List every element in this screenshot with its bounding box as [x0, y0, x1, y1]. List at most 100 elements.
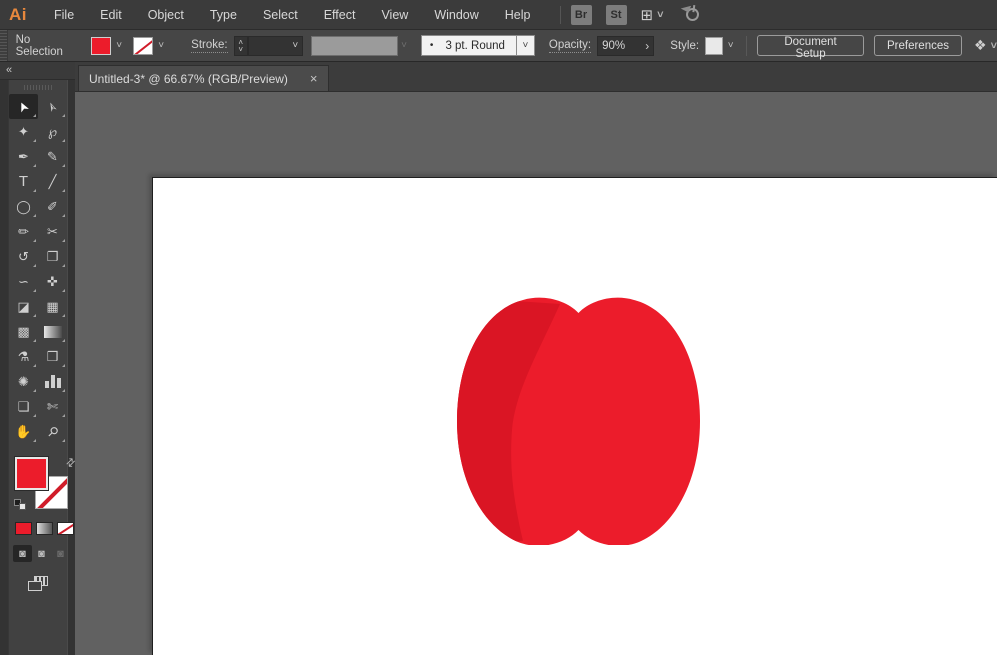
main-area: « ➤ ➣ ✦ ℘ ✒ ✎ T ╱ ◯ ✐ ✏ ✂ ↺ ❐ ∽ ✜ ◪ ▦ ▩ …: [0, 62, 997, 655]
direct-selection-tool[interactable]: ➣: [38, 94, 67, 119]
stroke-chevron-icon[interactable]: ˅: [153, 37, 169, 55]
fill-chevron-icon[interactable]: ˅: [111, 37, 127, 55]
zoom-icon: ⚲: [44, 422, 62, 440]
fill-color-control[interactable]: ˅: [91, 36, 127, 55]
column-graph-tool[interactable]: [38, 369, 67, 394]
hand-tool[interactable]: ✋: [9, 419, 38, 444]
pen-tool[interactable]: ✒: [9, 144, 38, 169]
style-swatch[interactable]: [705, 36, 724, 55]
document-setup-button[interactable]: Document Setup: [757, 35, 864, 60]
scale-icon: ❐: [46, 248, 59, 264]
gradient-icon: [43, 325, 62, 338]
brush-chevron-glyph: ˅: [522, 40, 529, 51]
control-bar-separator: [746, 35, 748, 56]
lasso-tool[interactable]: ℘: [38, 119, 67, 144]
draw-normal-button[interactable]: ◙: [13, 545, 32, 562]
stroke-width-dropdown[interactable]: ˅: [247, 35, 304, 56]
document-tab[interactable]: Untitled-3* @ 66.67% (RGB/Preview) ×: [78, 65, 329, 91]
curvature-icon: ✎: [47, 148, 58, 164]
blend-tool[interactable]: ❒: [38, 344, 67, 369]
menu-help[interactable]: Help: [492, 0, 544, 30]
menu-effect[interactable]: Effect: [311, 0, 369, 30]
draw-behind-button[interactable]: ◙: [32, 545, 51, 562]
width-profile-chevron-icon: ˅: [401, 40, 407, 51]
canvas-pasteboard[interactable]: [75, 92, 997, 655]
rotate-tool[interactable]: ↺: [9, 244, 38, 269]
curvature-tool[interactable]: ✎: [38, 144, 67, 169]
fill-stroke-indicator: ⇄: [14, 455, 78, 512]
pencil-icon: ✏: [18, 223, 29, 239]
panel-collapse-button[interactable]: «: [0, 62, 75, 80]
draw-inside-button[interactable]: ◙: [51, 545, 70, 562]
width-icon: ∽: [18, 273, 29, 289]
menu-edit[interactable]: Edit: [87, 0, 135, 30]
stroke-color-swatch[interactable]: [133, 36, 154, 55]
screen-mode-button[interactable]: [28, 576, 48, 591]
width-profile-dropdown[interactable]: [311, 35, 399, 56]
toolbar-grip[interactable]: [24, 85, 52, 90]
pencil-tool[interactable]: ✏: [9, 219, 38, 244]
mesh-tool[interactable]: ▩: [9, 319, 38, 344]
opacity-panel-link[interactable]: Opacity:: [548, 39, 592, 53]
bridge-button[interactable]: Br: [570, 4, 592, 25]
stroke-width-stepper[interactable]: ˄ ˅: [233, 35, 248, 56]
drawing-mode-buttons: ◙ ◙ ◙: [13, 545, 70, 562]
work-area: Untitled-3* @ 66.67% (RGB/Preview) ×: [75, 62, 997, 655]
shape-builder-tool[interactable]: ◪: [9, 294, 38, 319]
scissors-tool[interactable]: ✂: [38, 219, 67, 244]
gradient-tool[interactable]: [38, 319, 67, 344]
scale-tool[interactable]: ❐: [38, 244, 67, 269]
control-bar-grip[interactable]: [0, 30, 8, 61]
brush-definition-value[interactable]: • 3 pt. Round: [420, 35, 517, 56]
line-segment-tool[interactable]: ╱: [38, 169, 67, 194]
apple-artwork[interactable]: [457, 297, 700, 545]
menu-view[interactable]: View: [368, 0, 421, 30]
stroke-width-chevron-icon[interactable]: ˅: [292, 40, 298, 51]
zoom-tool[interactable]: ⚲: [38, 419, 67, 444]
ellipse-icon: ◯: [16, 198, 31, 214]
free-transform-tool[interactable]: ✜: [38, 269, 67, 294]
gradient-button[interactable]: [36, 522, 53, 535]
menu-object[interactable]: Object: [135, 0, 197, 30]
menu-select[interactable]: Select: [250, 0, 311, 30]
style-chevron-icon[interactable]: ˅: [723, 37, 738, 55]
selection-tool[interactable]: ➤: [9, 94, 38, 119]
default-fill-stroke-icon[interactable]: [14, 499, 26, 510]
type-tool[interactable]: T: [9, 169, 38, 194]
select-similar-icon[interactable]: ❖: [974, 37, 987, 54]
artboard-tool[interactable]: ❏: [9, 394, 38, 419]
workspace-chevron-icon[interactable]: ˅: [657, 9, 663, 21]
stroke-panel-link[interactable]: Stroke:: [191, 39, 228, 53]
stroke-color-control[interactable]: ˅: [133, 36, 169, 55]
paintbrush-tool[interactable]: ✐: [38, 194, 67, 219]
slice-tool[interactable]: ✄: [38, 394, 67, 419]
eyedropper-icon: ⚗: [17, 348, 30, 364]
stock-button[interactable]: St: [605, 4, 627, 25]
menu-window[interactable]: Window: [421, 0, 491, 30]
opacity-field[interactable]: 90% ›: [597, 35, 655, 56]
workspace-switcher-icon[interactable]: ⊞: [641, 6, 654, 24]
opacity-arrow-icon[interactable]: ›: [645, 39, 649, 53]
fill-proxy-swatch[interactable]: [14, 456, 49, 491]
opacity-value[interactable]: 90%: [602, 40, 625, 52]
none-button[interactable]: [57, 522, 74, 535]
tool-grid: ➤ ➣ ✦ ℘ ✒ ✎ T ╱ ◯ ✐ ✏ ✂ ↺ ❐ ∽ ✜ ◪ ▦ ▩ ⚗ …: [9, 94, 67, 444]
brush-chevron-icon[interactable]: ˅: [516, 35, 535, 56]
magic-wand-tool[interactable]: ✦: [9, 119, 38, 144]
select-similar-chevron-icon[interactable]: ˅: [991, 40, 997, 52]
brush-definition-dropdown[interactable]: • 3 pt. Round ˅: [420, 35, 535, 56]
menu-type[interactable]: Type: [197, 0, 250, 30]
width-tool[interactable]: ∽: [9, 269, 38, 294]
color-button[interactable]: [15, 522, 32, 535]
preferences-button[interactable]: Preferences: [873, 35, 962, 56]
ellipse-tool[interactable]: ◯: [9, 194, 38, 219]
magic-wand-icon: ✦: [18, 123, 29, 139]
eyedropper-tool[interactable]: ⚗: [9, 344, 38, 369]
stepper-down-icon[interactable]: ˅: [238, 45, 243, 53]
sync-status-button[interactable]: [684, 7, 700, 22]
menu-file[interactable]: File: [41, 0, 87, 30]
symbol-sprayer-tool[interactable]: ✺: [9, 369, 38, 394]
fill-color-swatch[interactable]: [91, 36, 112, 55]
perspective-grid-tool[interactable]: ▦: [38, 294, 67, 319]
tab-close-icon[interactable]: ×: [310, 72, 318, 85]
